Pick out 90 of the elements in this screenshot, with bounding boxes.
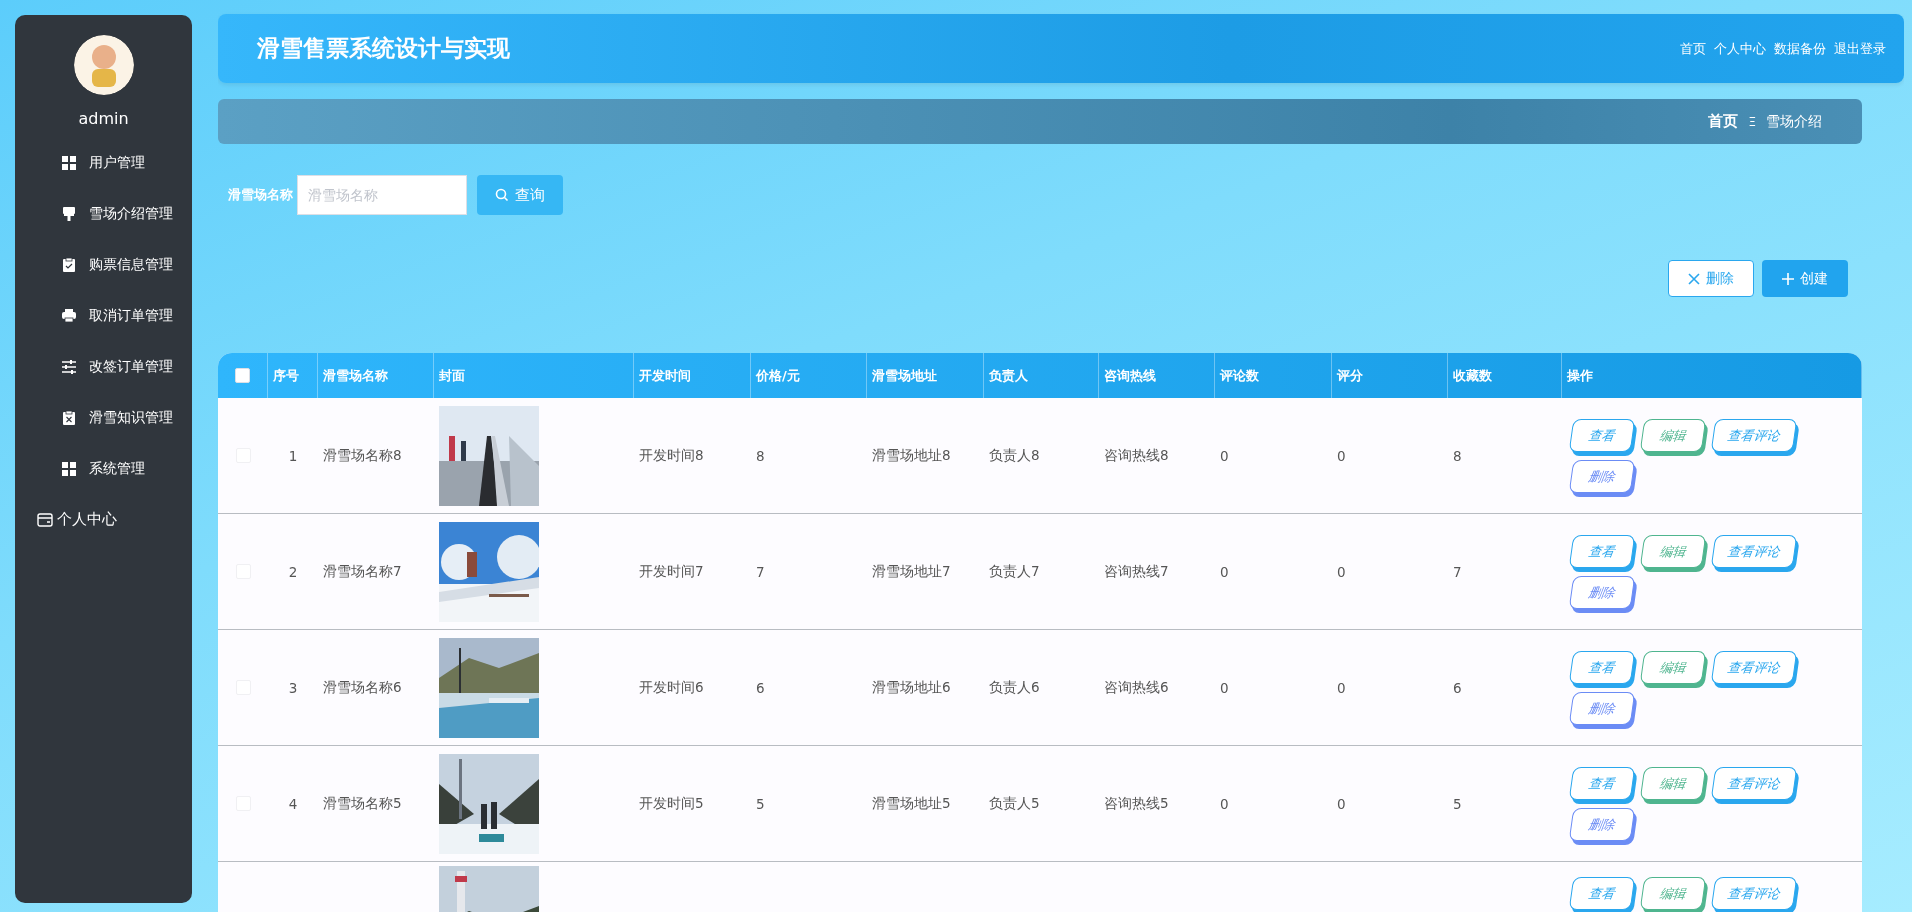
- table-cell: 8: [756, 447, 765, 464]
- table-cell: 咨询热线6: [1104, 678, 1169, 697]
- plus-icon: [1782, 272, 1794, 285]
- table-cell: 滑雪场名称7: [323, 562, 402, 581]
- menu-item[interactable]: 滑雪知识管理: [15, 392, 192, 443]
- delete-button[interactable]: 删除: [1668, 260, 1754, 297]
- search-icon: [495, 188, 509, 202]
- column-header: 滑雪场地址: [872, 366, 937, 385]
- table-cell: 8: [1453, 447, 1462, 464]
- table-cell: 6: [1453, 679, 1462, 696]
- table-cell: 0: [1220, 679, 1229, 696]
- column-header: 滑雪场名称: [323, 366, 388, 385]
- table-cell: 负责人5: [989, 794, 1040, 813]
- table-cell: 负责人7: [989, 562, 1040, 581]
- menu-item[interactable]: 系统管理: [15, 443, 192, 494]
- menu-item[interactable]: 用户管理: [15, 137, 192, 188]
- table-cell: 滑雪场名称8: [323, 446, 402, 465]
- table-cell: 5: [1453, 795, 1462, 812]
- table-cell: 滑雪场名称6: [323, 678, 402, 697]
- search-label: 滑雪场名称: [228, 186, 293, 204]
- breadcrumb-item: 雪场介绍: [1766, 112, 1822, 131]
- username: admin: [78, 109, 129, 128]
- table-cell: 1: [288, 447, 298, 464]
- clipboard-x-icon: [61, 409, 77, 426]
- menu-item[interactable]: 购票信息管理: [15, 239, 192, 290]
- nav-link[interactable]: 数据备份: [1774, 39, 1826, 58]
- printer-icon: [61, 307, 77, 324]
- grid-icon: [61, 154, 77, 171]
- column-header: 评分: [1337, 366, 1363, 385]
- table-cell: 0: [1220, 795, 1229, 812]
- table-cell: 7: [1453, 563, 1462, 580]
- nav-link[interactable]: 退出登录: [1834, 39, 1886, 58]
- column-header: 负责人: [989, 366, 1028, 385]
- column-header: 收藏数: [1453, 366, 1492, 385]
- column-header: 评论数: [1220, 366, 1259, 385]
- table-cell: 4: [288, 795, 298, 812]
- column-header: 序号: [273, 366, 299, 385]
- column-header: 操作: [1567, 366, 1593, 385]
- action-button[interactable]: 查看: [1568, 877, 1636, 910]
- clipboard-check-icon: [61, 256, 77, 273]
- breadcrumb-separator: Ξ: [1748, 114, 1756, 129]
- table-cell: 滑雪场名称5: [323, 794, 402, 813]
- table-cell: 滑雪场地址6: [872, 678, 951, 697]
- menu-item[interactable]: 改签订单管理: [15, 341, 192, 392]
- table-cell: 5: [756, 795, 765, 812]
- table-cell: 0: [1337, 795, 1346, 812]
- action-button[interactable]: 编辑: [1639, 877, 1707, 910]
- grid-icon: [61, 460, 77, 477]
- table-cell: 7: [756, 563, 765, 580]
- table-cell: 负责人6: [989, 678, 1040, 697]
- column-header: 价格/元: [756, 366, 800, 385]
- sliders-icon: [61, 358, 77, 375]
- table-cell: 负责人8: [989, 446, 1040, 465]
- action-button[interactable]: 查看评论: [1710, 877, 1798, 910]
- select-all-checkbox[interactable]: [235, 368, 250, 383]
- menu-item[interactable]: 取消订单管理: [15, 290, 192, 341]
- table-cell: 滑雪场地址5: [872, 794, 951, 813]
- table-cell: 咨询热线5: [1104, 794, 1169, 813]
- breadcrumb-item[interactable]: 首页: [1708, 112, 1739, 131]
- brush-icon: [61, 205, 77, 222]
- search-button[interactable]: 查询: [477, 175, 563, 215]
- table-cell: 开发时间6: [639, 678, 704, 697]
- app-title: 滑雪售票系统设计与实现: [257, 34, 510, 63]
- search-field[interactable]: 滑雪场名称: [297, 175, 467, 215]
- table-cell: 0: [1220, 447, 1229, 464]
- nav-link[interactable]: 个人中心: [1714, 39, 1766, 58]
- column-header: 开发时间: [639, 366, 691, 385]
- table-cell: 咨询热线8: [1104, 446, 1169, 465]
- avatar: [73, 35, 134, 95]
- table-cell: 0: [1220, 563, 1229, 580]
- column-header: 封面: [439, 366, 465, 385]
- table-cell: 开发时间8: [639, 446, 704, 465]
- table-cell: 开发时间5: [639, 794, 704, 813]
- menu-item[interactable]: 雪场介绍管理: [15, 188, 192, 239]
- table-cell: 0: [1337, 447, 1346, 464]
- table-cell: 滑雪场地址7: [872, 562, 951, 581]
- table-cell: 0: [1337, 679, 1346, 696]
- menu-item[interactable]: 个人中心: [15, 494, 192, 545]
- table-cell: 滑雪场地址8: [872, 446, 951, 465]
- table-cell: 2: [288, 563, 298, 580]
- column-header: 咨询热线: [1104, 366, 1156, 385]
- wallet-icon: [37, 511, 53, 528]
- table-cell: 3: [288, 679, 298, 696]
- table-cell: 6: [756, 679, 765, 696]
- table-cell: 开发时间7: [639, 562, 704, 581]
- create-button[interactable]: 创建: [1762, 260, 1848, 297]
- table-cell: 咨询热线7: [1104, 562, 1169, 581]
- nav-link[interactable]: 首页: [1680, 39, 1706, 58]
- close-icon: [1688, 272, 1700, 285]
- table-cell: 0: [1337, 563, 1346, 580]
